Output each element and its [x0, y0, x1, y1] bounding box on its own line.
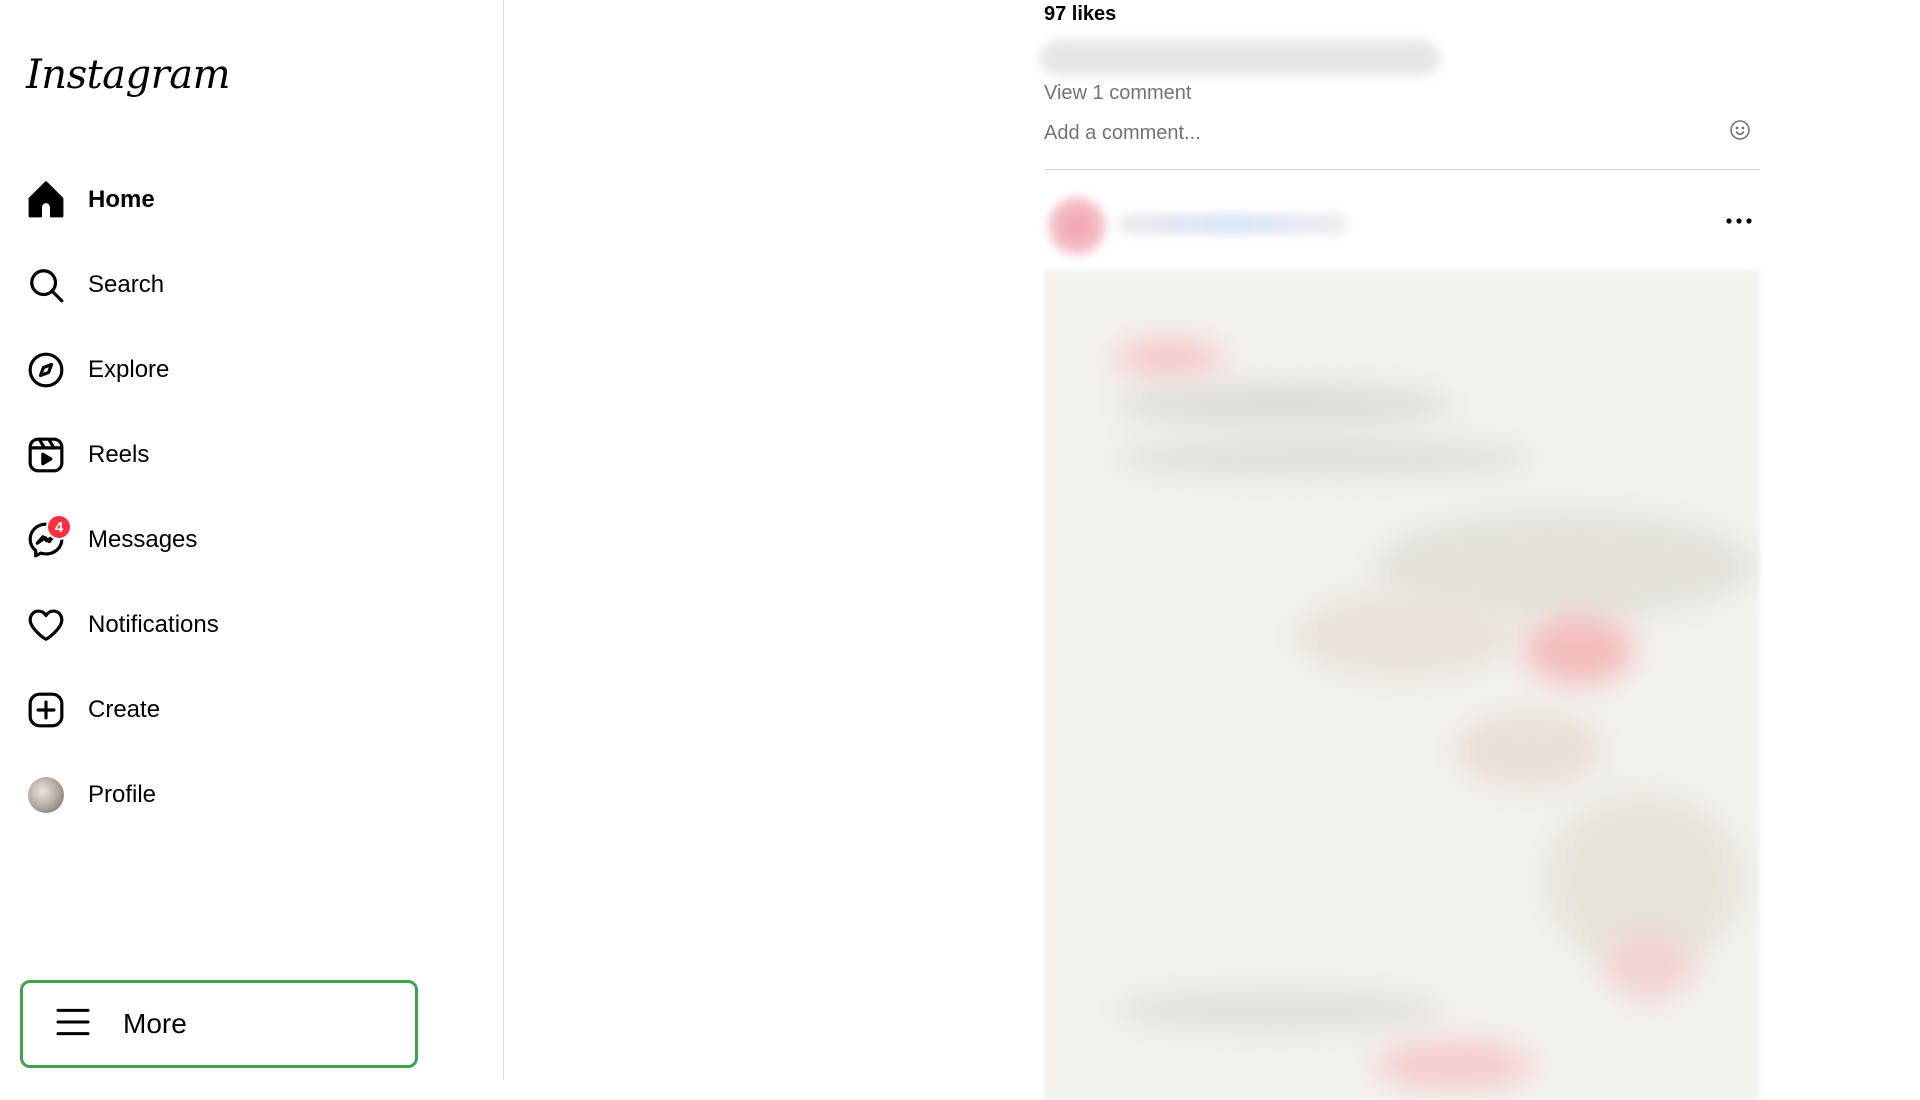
sidebar: Instagram Home Search Explore Reels 4 Me… — [0, 0, 504, 1080]
nav-label-create: Create — [88, 696, 161, 723]
image-blob — [1114, 340, 1224, 376]
image-blob — [1114, 990, 1444, 1030]
comment-input[interactable] — [1044, 118, 1760, 148]
hamburger-menu-icon — [53, 1002, 93, 1047]
image-blob — [1114, 385, 1454, 425]
nav-item-messages[interactable]: 4 Messages — [14, 504, 474, 576]
avatar — [28, 777, 64, 813]
reels-icon — [26, 435, 66, 475]
compass-icon — [26, 350, 66, 390]
image-blob — [1114, 440, 1534, 476]
post-author-avatar[interactable] — [1048, 197, 1106, 255]
nav-label-search: Search — [88, 271, 165, 298]
post-author-name-blurred[interactable] — [1118, 213, 1348, 235]
messages-badge: 4 — [46, 514, 72, 540]
post-header — [1044, 195, 1760, 255]
nav-item-explore[interactable]: Explore — [14, 334, 474, 406]
nav-item-profile[interactable]: Profile — [14, 759, 474, 831]
image-blob — [1524, 615, 1634, 685]
heart-icon — [26, 605, 66, 645]
post-divider — [1044, 169, 1760, 170]
nav-label-explore: Explore — [88, 356, 170, 383]
nav-label-home: Home — [88, 186, 155, 213]
nav-label-notifications: Notifications — [88, 611, 219, 638]
main-nav: Home Search Explore Reels 4 Messages Not… — [14, 164, 474, 844]
nav-item-notifications[interactable]: Notifications — [14, 589, 474, 661]
messenger-icon: 4 — [26, 514, 72, 560]
nav-item-home[interactable]: Home — [14, 164, 474, 236]
more-label: More — [123, 1008, 187, 1039]
caption-blurred — [1040, 40, 1440, 76]
more-options-icon[interactable] — [1722, 209, 1756, 233]
profile-avatar — [26, 775, 66, 815]
image-blob — [1604, 930, 1694, 1000]
search-icon — [26, 265, 66, 305]
nav-item-reels[interactable]: Reels — [14, 419, 474, 491]
post-image-blurred[interactable] — [1044, 270, 1760, 1100]
nav-label-reels: Reels — [88, 441, 150, 468]
nav-item-search[interactable]: Search — [14, 249, 474, 321]
instagram-logo[interactable]: Instagram — [26, 52, 231, 98]
more-button[interactable]: More — [20, 980, 418, 1068]
image-blob — [1374, 1040, 1534, 1090]
nav-item-create[interactable]: Create — [14, 674, 474, 746]
likes-count[interactable]: 97 likes — [1044, 3, 1116, 26]
emoji-icon[interactable] — [1728, 118, 1752, 142]
view-comments-link[interactable]: View 1 comment — [1044, 82, 1191, 105]
image-blob — [1454, 710, 1604, 790]
nav-label-profile: Profile — [88, 781, 157, 808]
nav-label-messages: Messages — [88, 526, 198, 553]
home-icon — [26, 180, 66, 220]
plus-square-icon — [26, 690, 66, 730]
image-blob — [1294, 590, 1514, 680]
